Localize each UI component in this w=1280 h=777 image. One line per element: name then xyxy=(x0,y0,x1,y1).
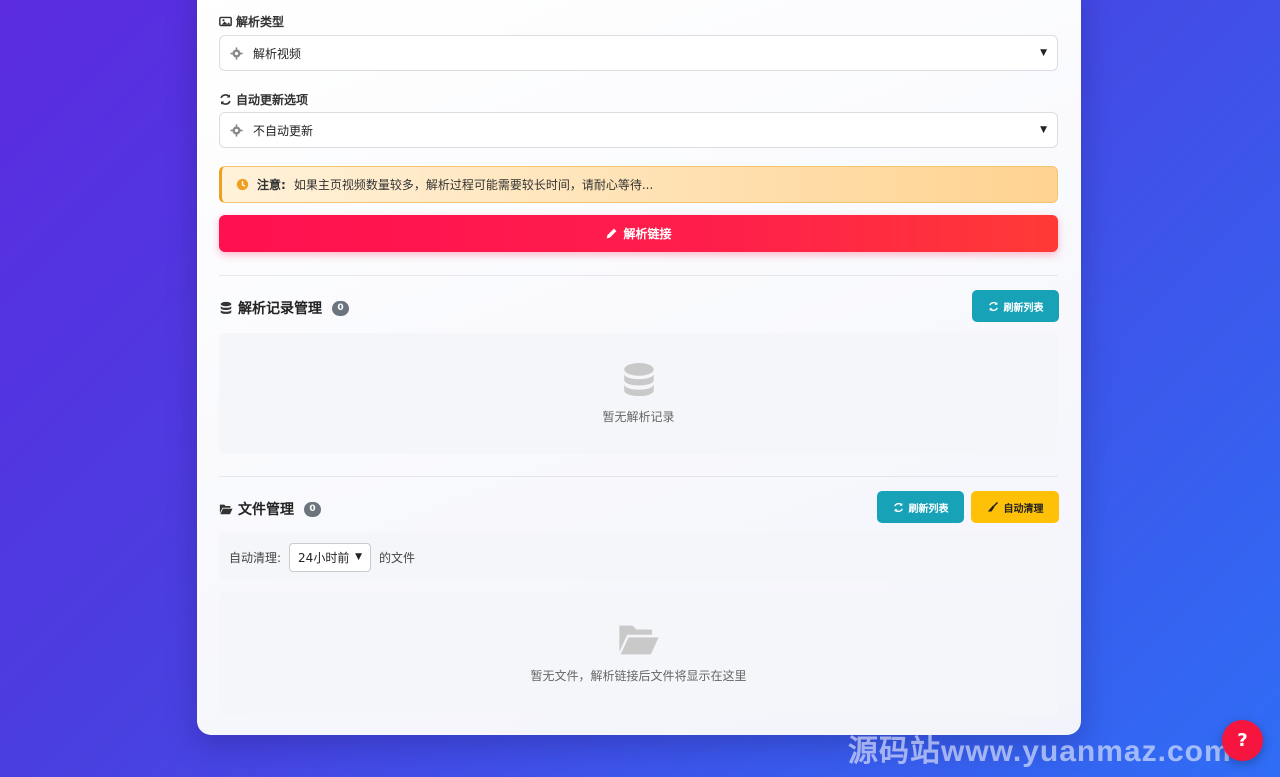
files-empty-text: 暂无文件，解析链接后文件将显示在这里 xyxy=(530,668,747,683)
records-refresh-label: 刷新列表 xyxy=(1003,302,1044,314)
watermark-text: 源码站www.yuanmaz.com xyxy=(848,735,1232,768)
notice-title: 注意: xyxy=(257,178,286,192)
notice-alert: 注意: 如果主页视频数量较多，解析过程可能需要较长时间，请耐心等待... xyxy=(219,166,1058,203)
sync-icon xyxy=(988,301,998,311)
image-icon xyxy=(219,16,232,27)
records-section-title: 解析记录管理 0 xyxy=(219,298,349,318)
auto-clean-label: 自动清理 xyxy=(1003,503,1044,515)
folder-open-icon xyxy=(219,504,233,515)
divider xyxy=(219,476,1058,477)
records-empty-text: 暂无解析记录 xyxy=(602,410,675,424)
gear-icon xyxy=(230,123,243,137)
files-title-text: 文件管理 xyxy=(238,502,294,518)
parse-type-select[interactable]: 解析视频 ▼ xyxy=(219,35,1058,71)
files-section-title: 文件管理 0 xyxy=(219,499,321,519)
auto-clean-suffix: 的文件 xyxy=(379,550,416,565)
chevron-down-icon: ▼ xyxy=(1040,48,1047,58)
parse-link-button[interactable]: 解析链接 xyxy=(219,215,1058,252)
records-refresh-button[interactable]: 刷新列表 xyxy=(972,290,1059,322)
gear-icon xyxy=(230,46,243,60)
parse-link-button-label: 解析链接 xyxy=(623,227,672,241)
files-empty-panel: 暂无文件，解析链接后文件将显示在这里 xyxy=(219,592,1058,714)
records-count-badge: 0 xyxy=(332,300,349,316)
sync-icon xyxy=(893,502,903,512)
chevron-down-icon: ▼ xyxy=(1040,125,1047,135)
records-title-text: 解析记录管理 xyxy=(238,301,322,317)
folder-open-icon xyxy=(618,625,659,654)
auto-clean-select-value: 24小时前 xyxy=(298,550,350,565)
clock-icon xyxy=(236,178,249,191)
broom-icon xyxy=(987,501,998,512)
files-count-badge: 0 xyxy=(304,501,321,517)
auto-clean-button[interactable]: 自动清理 xyxy=(971,491,1059,523)
auto-update-label-text: 自动更新选项 xyxy=(236,93,309,107)
parse-type-value: 解析视频 xyxy=(253,46,302,61)
main-card: 解析类型 解析视频 ▼ 自动更新选项 不自动更新 ▼ 注意: 如果主页视频数量较… xyxy=(197,0,1081,735)
divider xyxy=(219,275,1058,276)
sync-icon xyxy=(220,94,231,105)
help-button-label: ? xyxy=(1237,730,1248,751)
records-empty-panel: 暂无解析记录 xyxy=(219,333,1058,454)
parse-type-label-text: 解析类型 xyxy=(236,15,285,29)
database-icon xyxy=(623,363,654,397)
auto-update-label: 自动更新选项 xyxy=(219,91,308,108)
help-button[interactable]: ? xyxy=(1222,720,1263,761)
database-icon xyxy=(220,301,232,314)
auto-update-value: 不自动更新 xyxy=(253,123,314,138)
notice-text: 如果主页视频数量较多，解析过程可能需要较长时间，请耐心等待... xyxy=(293,178,654,192)
chevron-down-icon: ▼ xyxy=(355,552,363,562)
auto-clean-select[interactable]: 24小时前 ▼ xyxy=(289,542,372,572)
pencil-icon xyxy=(607,228,617,239)
auto-update-select[interactable]: 不自动更新 ▼ xyxy=(219,112,1058,148)
files-refresh-label: 刷新列表 xyxy=(908,503,949,515)
files-refresh-button[interactable]: 刷新列表 xyxy=(877,491,964,523)
parse-type-label: 解析类型 xyxy=(219,13,284,30)
auto-clean-prefix: 自动清理: xyxy=(229,550,282,565)
auto-clean-bar: 自动清理: 24小时前 ▼ 的文件 xyxy=(219,533,1058,581)
